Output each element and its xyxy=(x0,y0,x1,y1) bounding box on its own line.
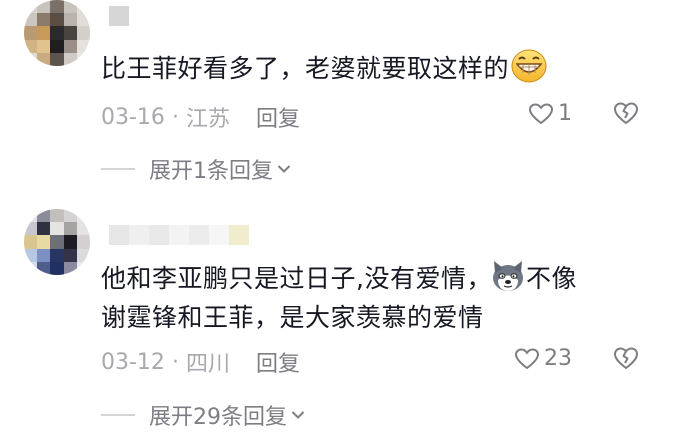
chevron-down-icon xyxy=(291,411,305,419)
like-count: 1 xyxy=(558,101,572,126)
meta-separator: · xyxy=(171,349,179,375)
like-count: 23 xyxy=(544,346,572,371)
divider-line xyxy=(101,168,135,170)
username-redacted[interactable] xyxy=(109,225,249,245)
username-redacted[interactable] xyxy=(109,6,129,26)
grinning-face-emoji xyxy=(511,49,547,83)
comment-text: 比王菲好看多了，老婆就要取这样的 xyxy=(101,49,547,85)
comment-location: 江苏 xyxy=(185,107,230,132)
chevron-down-icon xyxy=(277,165,291,173)
comment-text-line-1: 他和李亚鹏只是过日子,没有爱情， 不像 xyxy=(101,259,577,295)
comment-meta: 03-16 · 江苏 回复 xyxy=(101,101,300,133)
avatar[interactable] xyxy=(24,0,90,66)
expand-replies-label: 展开1条回复 xyxy=(149,159,273,184)
comment-location: 四川 xyxy=(185,352,230,377)
comment-text-line-2: 谢霆锋和王菲，是大家羡慕的爱情 xyxy=(101,303,484,332)
broken-heart-icon xyxy=(613,347,639,370)
heart-icon xyxy=(514,347,540,369)
meta-separator: · xyxy=(171,104,179,130)
dislike-button[interactable] xyxy=(612,100,640,130)
comment-list: 比王菲好看多了，老婆就要取这样的 03-16 · 江苏 回复 1 展开1条回复 … xyxy=(0,0,676,432)
dislike-button[interactable] xyxy=(612,345,640,375)
comment-date: 03-16 xyxy=(101,104,165,130)
reply-button[interactable]: 回复 xyxy=(256,346,300,378)
expand-replies-button[interactable]: 展开1条回复 xyxy=(101,153,291,185)
comment-date: 03-12 xyxy=(101,349,165,375)
divider-line xyxy=(101,414,135,416)
expand-replies-button[interactable]: 展开29条回复 xyxy=(101,399,305,431)
expand-replies-label: 展开29条回复 xyxy=(149,405,287,430)
reply-button[interactable]: 回复 xyxy=(256,101,300,133)
dog-face-emoji xyxy=(492,261,523,291)
like-button[interactable]: 1 xyxy=(528,101,572,126)
like-button[interactable]: 23 xyxy=(514,346,572,371)
heart-icon xyxy=(528,102,554,124)
broken-heart-icon xyxy=(613,102,639,125)
comment-meta: 03-12 · 四川 回复 xyxy=(101,346,300,378)
avatar[interactable] xyxy=(24,209,90,275)
